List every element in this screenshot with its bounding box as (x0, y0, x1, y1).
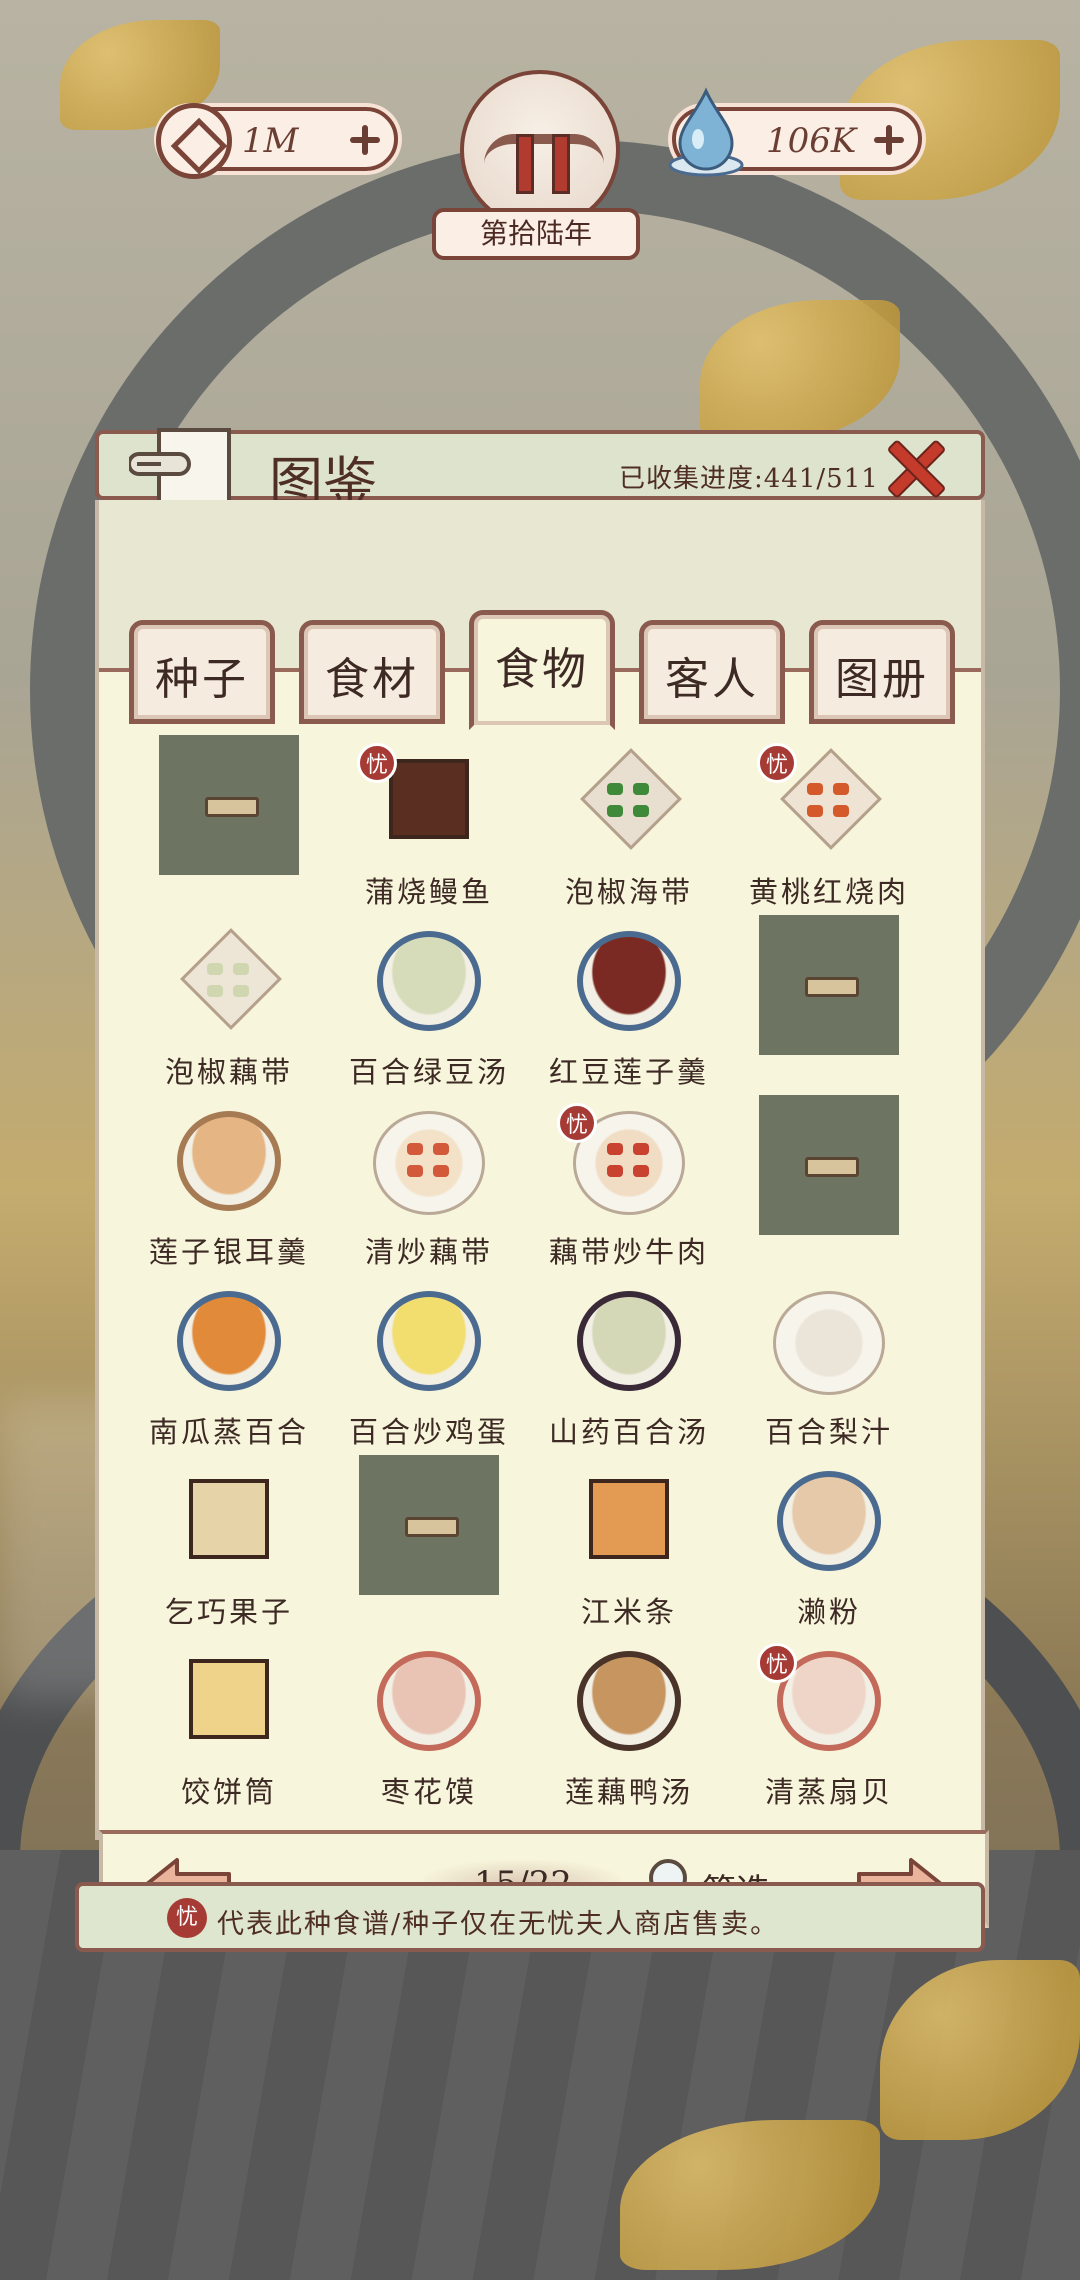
rolled-pancake-icon (169, 1645, 289, 1765)
food-item[interactable]: 饺饼筒 (129, 1645, 329, 1825)
exclusive-badge-icon: 忧 (757, 1643, 797, 1683)
tab-guests[interactable]: 客人 (639, 620, 785, 724)
food-name: 百合梨汁 (764, 1415, 893, 1449)
pavilion-pillar-icon (552, 134, 570, 194)
pepper-lotus-shoot-icon (169, 925, 289, 1045)
tab-album[interactable]: 图册 (809, 620, 955, 724)
pepper-kelp-icon (569, 745, 689, 865)
food-item[interactable]: 百合绿豆汤 (329, 925, 529, 1105)
lock-icon (359, 1455, 499, 1595)
lily-egg-icon (369, 1285, 489, 1405)
locked-item[interactable] (729, 915, 929, 1105)
food-item[interactable]: 江米条 (529, 1465, 729, 1645)
pavilion-pillar-icon (516, 134, 534, 194)
food-item[interactable]: 枣花馍 (329, 1645, 529, 1825)
pumpkin-lily-icon (169, 1285, 289, 1405)
lily-mungbean-soup-icon (369, 925, 489, 1045)
food-item[interactable]: 忧清蒸扇贝 (729, 1643, 929, 1825)
tab-seeds[interactable]: 种子 (129, 620, 275, 724)
redbean-lotus-soup-icon (569, 925, 689, 1045)
food-name: 清蒸扇贝 (764, 1775, 893, 1809)
coin-icon (156, 103, 232, 179)
water-value: 106K (766, 121, 857, 161)
food-item[interactable]: 忧蒲烧鳗鱼 (329, 743, 529, 925)
jujube-bun-icon (369, 1645, 489, 1765)
food-item[interactable]: 南瓜蒸百合 (129, 1285, 329, 1465)
tab-label: 种子 (155, 654, 249, 705)
tab-ingredients[interactable]: 食材 (299, 620, 445, 724)
food-item[interactable]: 泡椒海带 (529, 745, 729, 925)
exclusive-badge-icon: 忧 (757, 743, 797, 783)
food-item[interactable]: 莲藕鸭汤 (529, 1645, 729, 1825)
notice-text: 代表此种食谱/种子仅在无忧夫人商店售卖。 (217, 1909, 780, 1940)
food-item[interactable]: 百合梨汁 (729, 1285, 929, 1465)
locked-item[interactable] (129, 735, 329, 925)
food-item[interactable]: 泡椒藕带 (129, 925, 329, 1105)
food-item[interactable]: 红豆莲子羹 (529, 925, 729, 1105)
lily-pear-juice-icon (769, 1285, 889, 1405)
food-name: 濑粉 (796, 1595, 861, 1629)
water-counter: 106K (668, 87, 922, 177)
exclusive-badge-icon: 忧 (167, 1898, 207, 1938)
yam-lily-soup-icon (569, 1285, 689, 1405)
year-label: 第拾陆年 (432, 208, 640, 260)
coin-counter: 1M (156, 103, 398, 179)
tab-label: 图册 (835, 654, 929, 705)
collection-progress: 已收集进度:441/511 (619, 464, 879, 494)
panel-header: 图鉴 已收集进度:441/511 (95, 428, 985, 514)
exclusive-notice: 忧 代表此种食谱/种子仅在无忧夫人商店售卖。 (75, 1882, 985, 1952)
food-name: 黄桃红烧肉 (748, 875, 909, 909)
exclusive-badge-icon: 忧 (557, 1103, 597, 1143)
food-item[interactable]: 百合炒鸡蛋 (329, 1285, 529, 1465)
panel-body: 种子 食材 食物 客人 图册 忧蒲烧鳗鱼 泡椒海带忧黄桃红烧肉 泡椒藕带 百合绿豆汤红… (95, 500, 989, 1928)
food-item[interactable]: 山药百合汤 (529, 1285, 729, 1465)
tab-label: 食物 (495, 644, 589, 695)
coin-value: 1M (242, 121, 299, 161)
rice-sticks-icon (569, 1465, 689, 1585)
qiqiao-pastry-icon (169, 1465, 289, 1585)
food-item[interactable]: 莲子银耳羹 (129, 1105, 329, 1285)
add-water-button[interactable] (874, 125, 904, 155)
add-coins-button[interactable] (350, 125, 380, 155)
food-name: 乞巧果子 (164, 1595, 293, 1629)
lock-icon (159, 735, 299, 875)
tab-food[interactable]: 食物 (469, 610, 615, 730)
exclusive-badge-icon: 忧 (357, 743, 397, 783)
pavilion-roof-icon (484, 134, 604, 164)
lock-icon (759, 915, 899, 1055)
food-item[interactable]: 清炒藕带 (329, 1105, 529, 1285)
food-name: 藕带炒牛肉 (548, 1235, 709, 1269)
tab-bar: 种子 食材 食物 客人 图册 (99, 500, 981, 730)
locked-item[interactable] (329, 1455, 529, 1645)
collection-panel: 图鉴 已收集进度:441/511 种子 食材 食物 客人 图册 忧蒲烧鳗鱼 泡椒海… (95, 428, 989, 1928)
tab-label: 食材 (325, 654, 419, 705)
lotus-duck-soup-icon (569, 1645, 689, 1765)
lock-icon (759, 1095, 899, 1235)
home-emblem[interactable] (460, 70, 620, 230)
food-grid: 忧蒲烧鳗鱼 泡椒海带忧黄桃红烧肉 泡椒藕带 百合绿豆汤 红豆莲子羹 莲子银耳羹 清炒藕带忧藕… (129, 735, 929, 1825)
locked-item[interactable] (729, 1095, 929, 1285)
lotus-tremella-soup-icon (169, 1105, 289, 1225)
rice-noodles-icon (769, 1465, 889, 1585)
food-item[interactable]: 乞巧果子 (129, 1465, 329, 1645)
tab-label: 客人 (665, 654, 759, 705)
food-item[interactable]: 忧黄桃红烧肉 (729, 743, 929, 925)
food-item[interactable]: 忧藕带炒牛肉 (529, 1103, 729, 1285)
water-drop-icon (666, 83, 746, 179)
stirfried-lotus-shoot-icon (369, 1105, 489, 1225)
food-item[interactable]: 濑粉 (729, 1465, 929, 1645)
food-name: 红豆莲子羹 (548, 1055, 709, 1089)
close-button[interactable] (885, 438, 943, 496)
